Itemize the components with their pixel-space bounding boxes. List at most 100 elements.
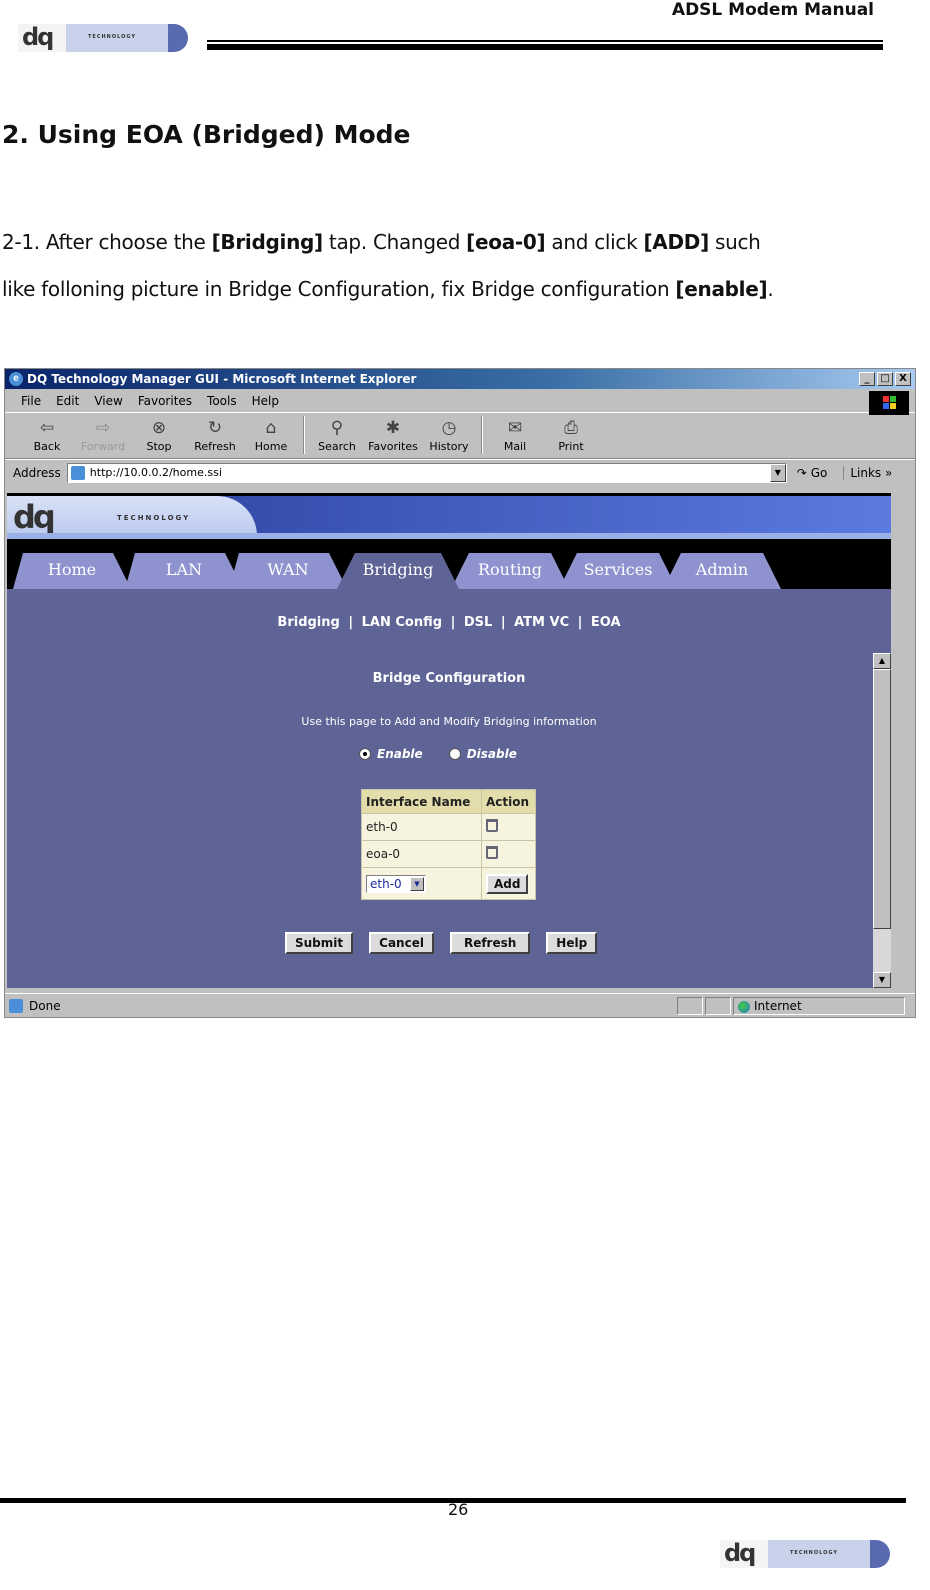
status-cell [677,997,703,1015]
print-label: Print [558,440,584,453]
home-button[interactable]: ⌂ Home [243,418,299,458]
select-cell: eth-0 ▼ [361,867,482,900]
help-button[interactable]: Help [546,932,598,954]
mail-icon: ✉ [507,418,523,438]
maximize-button[interactable]: □ [877,372,893,386]
menu-favorites[interactable]: Favorites [138,394,192,408]
tab-admin[interactable]: Admin [663,553,781,589]
history-icon: ◷ [441,418,457,438]
toolbar-separator [481,416,483,454]
add-button[interactable]: Add [486,873,529,894]
header-logo: dq TECHNOLOGY [18,24,188,52]
address-label: Address [13,465,61,480]
action-cell [481,840,536,868]
text: and click [545,230,644,254]
address-dropdown-button[interactable]: ▼ [769,463,786,482]
enable-label: Enable [377,747,423,761]
go-button[interactable]: ↷ Go [797,466,828,480]
subnav-atm-vc[interactable]: ATM VC [514,615,569,630]
page-icon [70,465,85,480]
text: tap. Changed [322,230,467,254]
address-bar: Address http://10.0.0.2/home.ssi ▼ ↷ Go … [5,459,915,485]
menu-edit[interactable]: Edit [56,394,79,408]
submit-button[interactable]: Submit [285,932,354,954]
tab-routing[interactable]: Routing [451,553,569,589]
disable-radio[interactable] [448,748,461,760]
history-button[interactable]: ◷ History [421,418,477,458]
subnav-separator: | [500,615,506,630]
favorites-button[interactable]: ✱ Favorites [365,418,421,458]
stop-button[interactable]: ⊗ Stop [131,418,187,458]
mail-label: Mail [503,440,527,453]
tab-home[interactable]: Home [13,553,131,589]
back-label: Back [33,440,61,453]
zone-text: Internet [754,999,802,1013]
page-number: 26 [448,1500,469,1519]
interface-select[interactable]: eth-0 ▼ [366,874,426,893]
history-label: History [429,440,469,453]
trash-icon[interactable] [486,819,498,832]
search-label: Search [318,440,356,453]
favorites-icon: ✱ [385,418,401,438]
bold-enable: [enable] [675,277,768,301]
bridge-config-panel: Bridging | LAN Config | DSL | ATM VC | E… [7,589,891,988]
bridge-state-radio-group: Enable Disable [359,747,517,761]
tab-services[interactable]: Services [559,553,677,589]
logo-subtext: TECHNOLOGY [790,1550,838,1556]
print-button[interactable]: ⎙ Print [543,418,599,458]
toolbar-separator [303,416,305,454]
tab-wan[interactable]: WAN [229,553,347,589]
menu-file[interactable]: File [21,394,41,408]
subnav-separator: | [348,615,354,630]
links-button[interactable]: Links » [843,465,892,480]
manual-title: ADSL Modem Manual [671,0,874,20]
section-heading: 2. Using EOA (Bridged) Mode [2,120,411,149]
app-banner: dq TECHNOLOGY [7,496,891,539]
tab-lan[interactable]: LAN [125,553,243,589]
back-button[interactable]: ⇦ Back [19,418,75,458]
logo-text: dq [22,24,54,51]
status-text: Done [29,998,61,1013]
scroll-down-arrow-icon[interactable]: ▼ [873,972,891,988]
trash-icon[interactable] [486,846,498,859]
bold-bridging: [Bridging] [211,230,324,254]
main-tabs: Home LAN WAN Routing Services Admin Brid… [7,553,891,589]
refresh-page-button[interactable]: Refresh [449,932,531,954]
logo-text: dq [724,1540,756,1567]
refresh-button[interactable]: ↻ Refresh [187,418,243,458]
menu-view[interactable]: View [94,394,122,408]
interface-table: Interface Name Action eth-0 eoa-0 eth-0 ▼… [361,789,536,900]
subnav-dsl[interactable]: DSL [464,615,492,630]
subnav-separator: | [577,615,583,630]
forward-arrow-icon: ⇨ [95,418,111,438]
enable-radio[interactable] [359,748,371,760]
page-title: Bridge Configuration [372,671,526,686]
search-button[interactable]: ⚲ Search [309,418,365,458]
sub-navigation: Bridging | LAN Config | DSL | ATM VC | E… [7,615,891,630]
forward-button[interactable]: ⇨ Forward [75,418,131,458]
menu-help[interactable]: Help [252,394,279,408]
table-header-row: Interface Name Action [361,789,536,814]
menu-tools[interactable]: Tools [207,394,237,408]
cancel-button[interactable]: Cancel [369,932,434,954]
ie-icon: e [9,372,23,386]
bold-eoa: [eoa-0] [466,230,546,254]
menu-bar: File Edit View Favorites Tools Help [5,389,915,413]
scroll-up-arrow-icon[interactable]: ▲ [873,653,891,669]
vertical-scrollbar[interactable]: ▲ ▼ [873,653,891,988]
subnav-bridging[interactable]: Bridging [277,615,339,630]
minimize-button[interactable]: _ [859,372,875,386]
browser-toolbar: ⇦ Back ⇨ Forward ⊗ Stop ↻ Refresh ⌂ Home ⚲ Sea… [5,413,915,459]
close-button[interactable]: X [895,372,911,386]
stop-icon: ⊗ [151,418,167,438]
page-content: dq TECHNOLOGY Home LAN WAN Routing Servi… [7,493,891,988]
subnav-eoa[interactable]: EOA [591,615,621,630]
header-rule-thin [207,40,883,42]
instruction-line-2: like folloning picture in Bridge Configu… [2,277,774,301]
address-input[interactable]: http://10.0.0.2/home.ssi ▼ [66,462,787,483]
logo-subtext: TECHNOLOGY [88,34,136,40]
mail-button[interactable]: ✉ Mail [487,418,543,458]
subnav-lan-config[interactable]: LAN Config [362,615,442,630]
tab-bridging[interactable]: Bridging [337,553,459,589]
scrollbar-thumb[interactable] [873,669,891,929]
